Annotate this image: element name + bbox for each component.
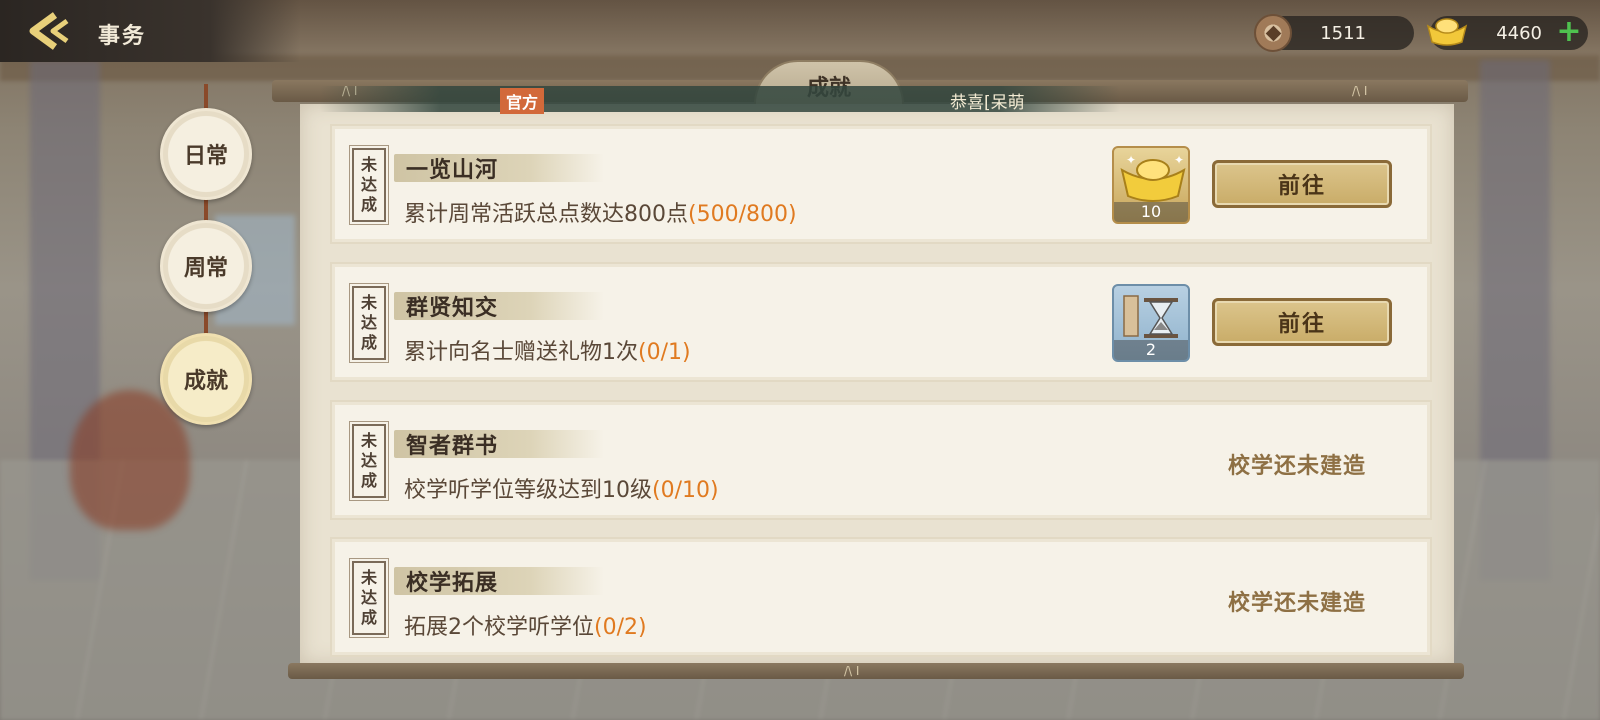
gold-value: 4460	[1496, 22, 1542, 44]
achievement-progress: (0/10)	[652, 478, 719, 503]
achievement-desc: 累计周常活跃总点数达800点(500/800)	[404, 202, 797, 227]
achievement-progress: (500/800)	[688, 202, 797, 227]
add-gold-button[interactable]: +	[1556, 17, 1582, 47]
tab-weekly-label: 周常	[183, 256, 228, 281]
tab-daily-label: 日常	[183, 144, 228, 169]
page-title: 事务	[98, 24, 147, 49]
tab-daily[interactable]: 日常	[160, 108, 252, 200]
gold-ingot-icon: ✦ ✦	[1120, 153, 1186, 202]
back-button[interactable]	[22, 10, 74, 52]
chevron-left-icon	[29, 12, 69, 50]
official-tag: 官方	[500, 88, 545, 114]
achievement-title: 一览山河	[406, 158, 499, 183]
achievement-progress: (0/1)	[638, 340, 691, 365]
reward-count: 10	[1114, 202, 1188, 222]
goto-button[interactable]: 前往	[1212, 160, 1392, 208]
reward-item[interactable]: 2	[1112, 284, 1190, 362]
copper-currency: 1511	[1254, 14, 1414, 52]
tab-achievements-label: 成就	[183, 369, 228, 394]
tab-weekly[interactable]: 周常	[160, 220, 252, 312]
reward-count: 2	[1114, 340, 1188, 360]
achievement-progress: (0/2)	[594, 615, 647, 640]
goto-button-label: 前往	[1277, 174, 1326, 199]
hourglass-icon	[1123, 295, 1178, 338]
not-achieved-stamp: 未达成	[349, 421, 389, 501]
not-achieved-stamp: 未达成	[349, 283, 389, 363]
svg-text:✦: ✦	[1174, 153, 1184, 167]
svg-text:✦: ✦	[1126, 153, 1136, 167]
status-text: 校学还未建造	[1228, 591, 1367, 616]
achievement-desc: 校学听学位等级达到10级(0/10)	[404, 478, 719, 503]
achievement-title: 智者群书	[406, 434, 499, 459]
not-achieved-stamp: 未达成	[349, 145, 389, 225]
broadcast-banner: 官方 恭喜[呆萌	[320, 86, 1120, 114]
achievement-card: 未达成 一览山河 累计周常活跃总点数达800点(500/800) ✦ ✦ 10 …	[330, 124, 1432, 244]
achievement-card: 未达成 群贤知交 累计向名士赠送礼物1次(0/1) 2 前往	[330, 262, 1432, 382]
achievement-card: 未达成 智者群书 校学听学位等级达到10级(0/10) 校学还未建造	[330, 400, 1432, 520]
achievement-desc: 累计向名士赠送礼物1次(0/1)	[404, 340, 691, 365]
goto-button[interactable]: 前往	[1212, 298, 1392, 346]
scroll-bottom-rod: /\ I	[288, 663, 1464, 679]
achievement-card: 未达成 校学拓展 拓展2个校学听学位(0/2) 校学还未建造	[330, 537, 1432, 657]
achievement-desc: 拓展2个校学听学位(0/2)	[404, 615, 647, 640]
goto-button-label: 前往	[1277, 312, 1326, 337]
achievement-title: 校学拓展	[406, 571, 499, 596]
top-bar: 事务	[0, 0, 300, 62]
status-text: 校学还未建造	[1228, 454, 1367, 479]
copper-value: 1511	[1320, 22, 1366, 44]
copper-coin-icon	[1254, 14, 1292, 52]
achievement-title: 群贤知交	[406, 296, 499, 321]
reward-item[interactable]: ✦ ✦ 10	[1112, 146, 1190, 224]
tab-achievements[interactable]: 成就	[160, 333, 252, 425]
not-achieved-stamp: 未达成	[349, 558, 389, 638]
gold-ingot-icon	[1426, 18, 1468, 46]
broadcast-text: 恭喜[呆萌	[950, 93, 1025, 113]
gold-currency: 4460 +	[1426, 16, 1588, 50]
